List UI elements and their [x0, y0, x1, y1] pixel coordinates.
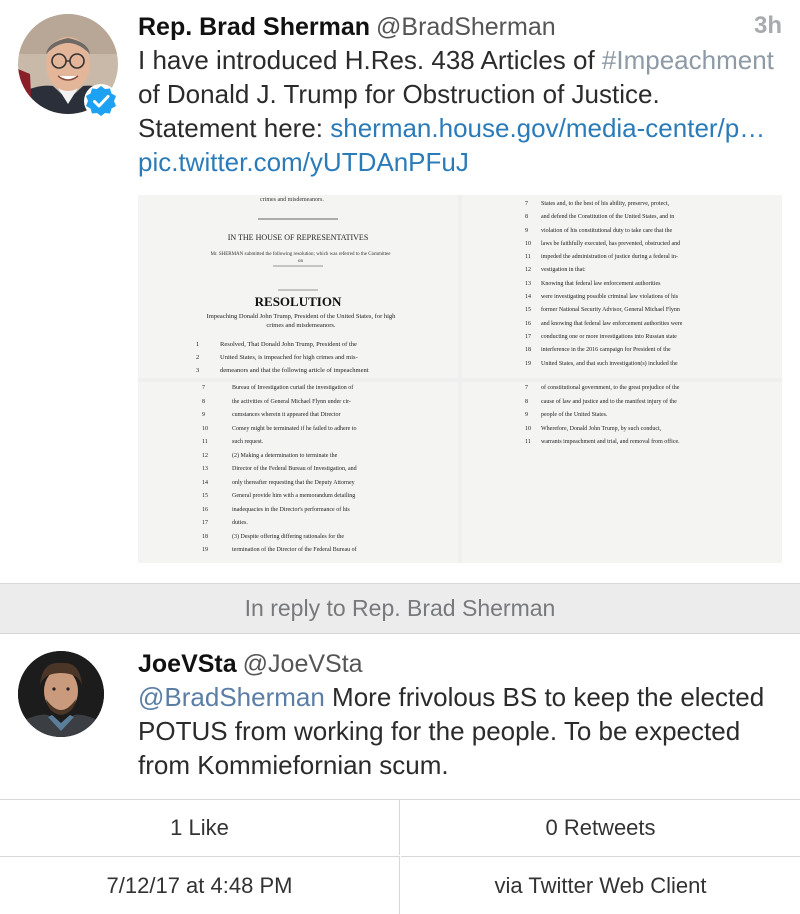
tweet-source: via Twitter Web Client — [401, 856, 800, 914]
doc-line: 7 Bureau of Investigation curtail the inv… — [202, 385, 354, 391]
doc-line: 14 were investigating possible criminal l… — [525, 294, 679, 301]
doc-line: 12 vestigation in that: — [525, 267, 586, 274]
doc-line: 11 warrants impeachment and trial, and re… — [525, 439, 680, 445]
mention-link[interactable]: @BradSherman — [138, 682, 325, 712]
doc-line: 12 (2) Making a determination to terminat… — [202, 452, 338, 459]
verified-badge-icon — [83, 83, 119, 119]
reply-author-handle[interactable]: @JoeVSta — [243, 650, 363, 678]
doc-line: 8 cause of law and justice and to the man… — [525, 398, 677, 405]
doc-line: 15 former National Security Advisor, Gene… — [525, 307, 680, 314]
doc-page1-subtitle: Impeaching Donald John Trump, President … — [206, 313, 396, 329]
tweet2-text: @BradSherman More frivolous BS to keep t… — [138, 680, 778, 782]
retweets-count[interactable]: 0 Retweets — [401, 800, 800, 855]
tweet-stats: 1 Like 0 Retweets 7/12/17 at 4:48 PM via… — [0, 799, 800, 914]
doc-line: 19 United States, and that such investiga… — [525, 360, 678, 367]
doc-line: 17 duties. — [202, 520, 248, 526]
doc-line: 14 only thereafter requesting that the De… — [202, 479, 355, 486]
doc-line: 2 United States, is impeached for high cr… — [196, 354, 358, 361]
doc-line: 16 and knowing that federal law enforceme… — [525, 320, 683, 327]
doc-line: 10 laws be faithfully executed, has preve… — [525, 240, 681, 247]
tweet1-header: Rep. Brad Sherman @BradSherman — [138, 10, 556, 44]
doc-page1-submitted: Mr. SHERMAN submitted the following reso… — [210, 252, 391, 264]
doc-line: 7 States and, to the best of his ability,… — [525, 201, 670, 207]
resolution-document-image[interactable]: crimes and misdemeanors. IN THE HOUSE OF… — [138, 195, 782, 563]
doc-line: 8 and defend the Constitution of the Unit… — [525, 214, 675, 221]
tweet-timestamp[interactable]: 3h — [754, 12, 782, 40]
doc-line: 1 Resolved, That Donald John Trump, Presi… — [196, 341, 357, 348]
doc-line: 9 cumstances wherein it appeared that Dir… — [202, 412, 341, 418]
doc-line: 7 of constitutional government, to the gr… — [525, 385, 680, 391]
tweet-datetime: 7/12/17 at 4:48 PM — [0, 856, 400, 914]
author-handle[interactable]: @BradSherman — [376, 13, 556, 41]
hashtag-link[interactable]: #Impeachment — [602, 45, 774, 75]
doc-page1-resolution: RESOLUTION — [254, 294, 342, 309]
doc-line: 9 people of the United States. — [525, 412, 608, 418]
doc-line: 11 such request. — [202, 439, 264, 445]
doc-line: 19 termination of the Director of the Fed… — [202, 547, 357, 553]
doc-page3-lines: 7 Bureau of Investigation curtail the inv… — [202, 382, 452, 558]
doc-page1-lines: 1 Resolved, That Donald John Trump, Presi… — [196, 338, 396, 377]
doc-line: 13 Knowing that federal law enforcement a… — [525, 280, 661, 287]
joevsta-avatar[interactable] — [18, 651, 104, 737]
author-name[interactable]: Rep. Brad Sherman — [138, 13, 370, 41]
reply-author-name[interactable]: JoeVSta — [138, 650, 237, 678]
pic-link[interactable]: pic.twitter.com/yUTDAnPFuJ — [138, 147, 469, 177]
doc-line: 3 demeanors and that the following articl… — [196, 367, 369, 374]
doc-page4-lines: 7 of constitutional government, to the gr… — [525, 382, 775, 450]
tweet2-header: JoeVSta @JoeVSta — [138, 647, 363, 681]
doc-line: 10 Wherefore, Donald John Trump, by such … — [525, 425, 662, 432]
doc-line: 16 inadequacies in the Director's perform… — [202, 506, 350, 513]
tweet1-text: I have introduced H.Res. 438 Articles of… — [138, 43, 778, 179]
doc-line: 11 impeded the administration of justice … — [525, 254, 678, 261]
doc-page1-header: crimes and misdemeanors. — [260, 197, 324, 203]
doc-line: 15 General provide him with a memorandum … — [202, 493, 356, 499]
reply-tweet: JoeVSta @JoeVSta @BradSherman More frivol… — [0, 633, 800, 799]
doc-line: 10 Comey might be terminated if he failed… — [202, 425, 357, 432]
doc-line: 13 Director of the Federal Bureau of Inve… — [202, 466, 357, 472]
tweet-text-part: I have introduced H.Res. 438 Articles of — [138, 45, 602, 75]
doc-line: 17 conducting one or more investigations … — [525, 333, 677, 340]
statement-link[interactable]: sherman.house.gov/media-center/p… — [330, 113, 765, 143]
doc-line: 8 the activities of General Michael Flynn… — [202, 398, 352, 405]
in-reply-to-bar[interactable]: In reply to Rep. Brad Sherman — [0, 583, 800, 634]
doc-line: 18 (3) Despite offering differing rationa… — [202, 533, 345, 540]
doc-page2-lines: 7 States and, to the best of his ability,… — [525, 198, 765, 371]
doc-line: 18 interference in the 2016 campaign for … — [525, 347, 671, 354]
likes-count[interactable]: 1 Like — [0, 800, 400, 855]
original-tweet: Rep. Brad Sherman @BradSherman 3h I have … — [0, 0, 800, 582]
doc-page1-house: IN THE HOUSE OF REPRESENTATIVES — [227, 233, 369, 242]
doc-line: 9 violation of his constitutional duty to… — [525, 227, 673, 234]
